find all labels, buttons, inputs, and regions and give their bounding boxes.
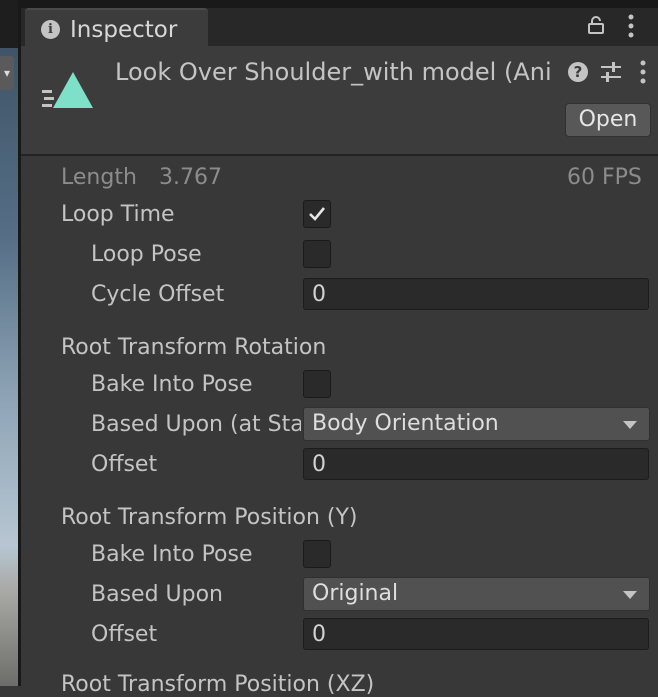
position-y-offset-label: Offset: [91, 622, 158, 647]
position-y-bake-checkbox[interactable]: [303, 540, 331, 568]
rotation-based-upon-label: Based Upon (at Start): [91, 412, 301, 437]
rotation-based-upon-value: Body Orientation: [312, 411, 499, 436]
cycle-offset-label: Cycle Offset: [91, 282, 225, 307]
fps-value: 60 FPS: [567, 165, 642, 190]
rotation-based-upon-dropdown[interactable]: Body Orientation: [303, 407, 650, 441]
dropdown-arrow-icon: [623, 591, 637, 599]
position-y-bake-label: Bake Into Pose: [91, 542, 253, 567]
rotation-offset-label: Offset: [91, 452, 158, 477]
scene-view-preview: [0, 48, 18, 686]
rotation-bake-label: Bake Into Pose: [91, 372, 253, 397]
dropdown-arrow-icon: [623, 421, 637, 429]
position-y-offset-field[interactable]: 0: [303, 618, 649, 650]
root-rotation-heading: Root Transform Rotation: [61, 335, 327, 360]
position-y-based-upon-label: Based Upon: [91, 582, 223, 607]
rotation-offset-field[interactable]: 0: [303, 448, 649, 480]
loop-time-label: Loop Time: [61, 202, 175, 227]
info-icon: i: [41, 20, 60, 39]
root-position-y-heading: Root Transform Position (Y): [61, 505, 358, 530]
tab-inspector[interactable]: i Inspector: [25, 8, 208, 48]
length-label: Length: [61, 165, 137, 190]
tab-title: Inspector: [70, 17, 178, 43]
position-y-based-upon-value: Original: [312, 581, 399, 606]
rotation-bake-checkbox[interactable]: [303, 370, 331, 398]
loop-pose-checkbox[interactable]: [303, 240, 331, 268]
animation-clip-icon: [42, 72, 93, 108]
tab-menu-icon[interactable]: [628, 14, 634, 38]
scene-view-edge: ▾: [0, 0, 21, 686]
lock-icon[interactable]: [587, 16, 605, 34]
position-y-based-upon-dropdown[interactable]: Original: [303, 577, 650, 611]
tab-bar: i Inspector: [21, 0, 658, 48]
help-icon[interactable]: ?: [568, 62, 588, 82]
preset-settings-icon[interactable]: [599, 60, 623, 84]
clip-name: Look Over Shoulder_with model (Animation…: [115, 58, 552, 86]
asset-header: Look Over Shoulder_with model (Animation…: [21, 46, 658, 156]
context-menu-icon[interactable]: [640, 60, 646, 84]
open-button[interactable]: Open: [565, 103, 651, 137]
loop-pose-label: Loop Pose: [91, 242, 202, 267]
length-value: 3.767: [159, 165, 222, 190]
loop-time-checkbox[interactable]: [303, 200, 331, 228]
cycle-offset-field[interactable]: 0: [303, 278, 649, 310]
root-position-xz-heading: Root Transform Position (XZ): [61, 672, 375, 697]
checkmark-icon: [309, 207, 326, 221]
scene-view-dropdown-toggle[interactable]: ▾: [0, 56, 14, 90]
